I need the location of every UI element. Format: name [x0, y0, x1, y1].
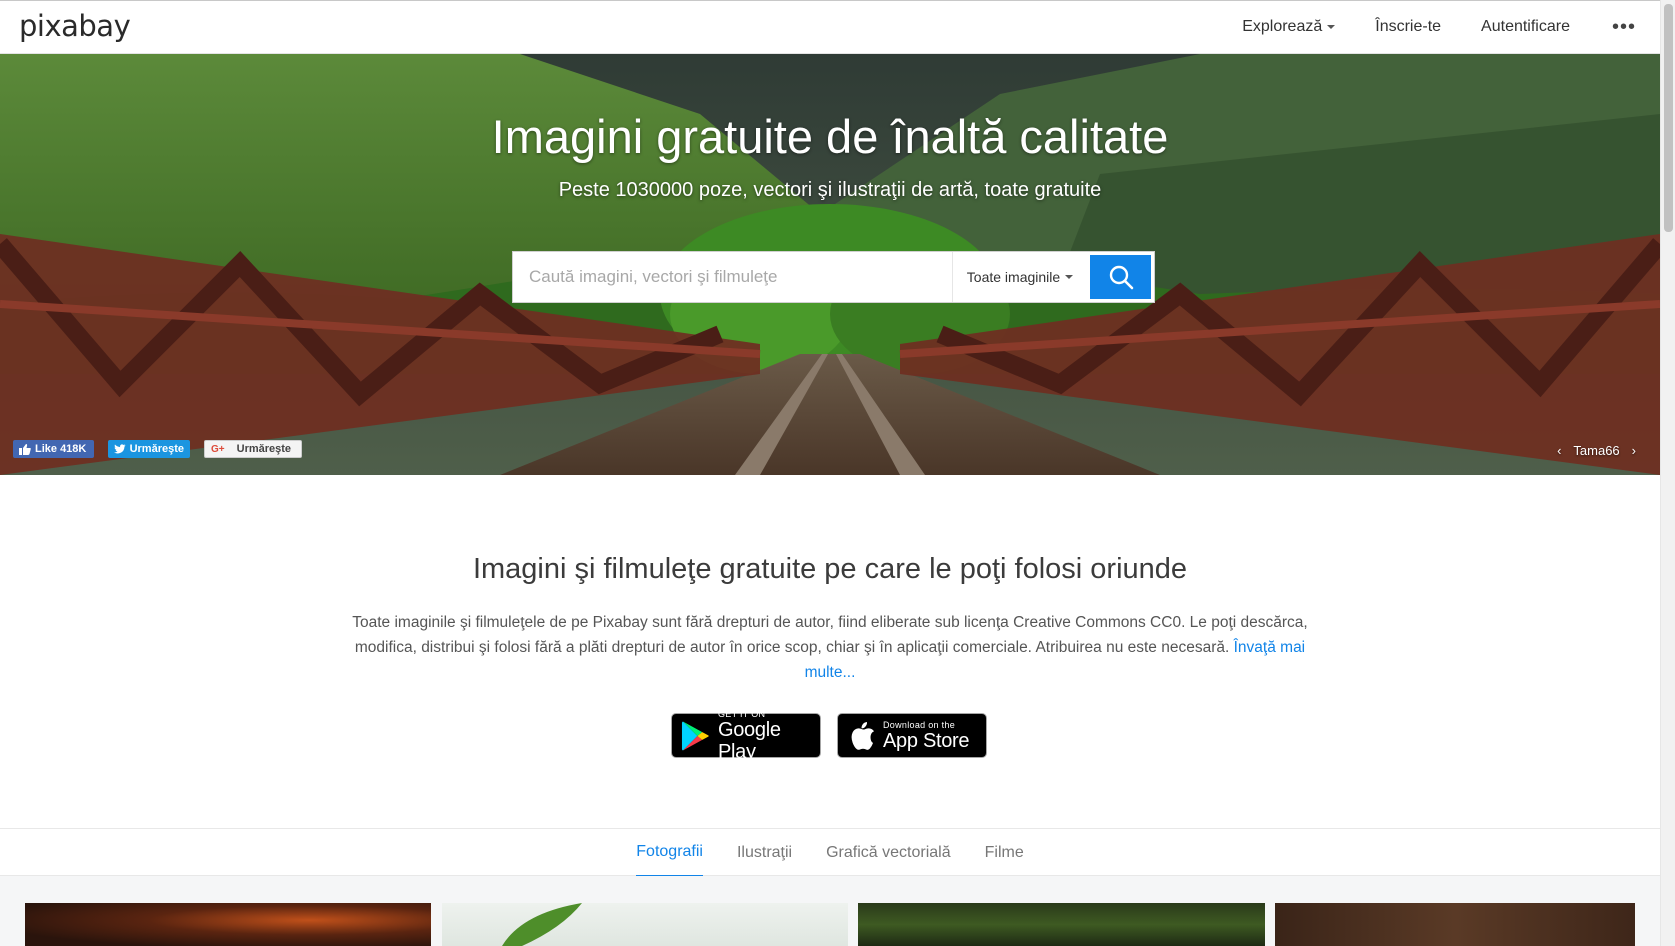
google-play-icon [681, 721, 709, 750]
twitter-follow-button[interactable]: Urmăreşte [108, 440, 190, 458]
hero-title: Imagini gratuite de înaltă calitate [491, 110, 1169, 163]
image-author-link[interactable]: Tama66 [1573, 443, 1619, 458]
leaf-image [502, 903, 582, 946]
explore-menu[interactable]: Explorează [1242, 18, 1336, 36]
facebook-like-label: Like 418K [35, 443, 87, 455]
login-link[interactable]: Autentificare [1481, 18, 1570, 36]
search-input[interactable] [513, 252, 952, 302]
main-nav: Explorează Înscrie-te Autentificare ••• [1202, 1, 1636, 53]
image-credit: ‹ Tama66 › [1551, 443, 1642, 458]
search-icon [1109, 265, 1133, 290]
hero-subtitle: Peste 1030000 poze, vectori şi ilustraţi… [558, 179, 1102, 201]
intro-title: Imagini şi filmuleţe gratuite pe care le… [472, 553, 1188, 585]
apple-badge-big-text: App Store [883, 729, 970, 752]
top-navbar: pixabay Explorează Înscrie-te Autentific… [0, 0, 1660, 54]
tab-vectors[interactable]: Grafică vectorială [826, 829, 951, 877]
apple-icon [851, 721, 874, 750]
scrollbar-thumb[interactable] [1664, 4, 1673, 232]
tab-photos[interactable]: Fotografii [636, 829, 703, 877]
gallery-thumbnail[interactable] [1275, 903, 1635, 946]
google-badge-small-text: GET IT ON [717, 708, 766, 719]
google-play-badge[interactable]: GET IT ON Google Play [671, 709, 821, 763]
caret-down-icon [1065, 275, 1074, 279]
image-type-label: Toate imaginile [966, 269, 1061, 285]
page-scrollbar[interactable] [1660, 0, 1675, 946]
gallery-thumbnail[interactable] [858, 903, 1265, 946]
tab-illustrations[interactable]: Ilustraţii [737, 829, 792, 877]
media-type-tabs: Fotografii Ilustraţii Grafică vectorială… [0, 828, 1660, 877]
apple-badge-small-text: Download on the [883, 719, 956, 730]
intro-description: Toate imaginile şi filmuleţele de pe Pix… [352, 614, 1308, 656]
search-button[interactable] [1090, 255, 1151, 299]
tab-videos[interactable]: Filme [985, 829, 1024, 877]
pixabay-logo[interactable]: pixabay [19, 9, 131, 43]
googleplus-follow-label: Urmăreşte [236, 443, 292, 455]
explore-label: Explorează [1242, 18, 1323, 35]
twitter-bird-icon [114, 444, 126, 454]
signup-link[interactable]: Înscrie-te [1375, 18, 1441, 36]
intro-text: Toate imaginile şi filmuleţele de pe Pix… [330, 610, 1330, 685]
google-plus-icon: G+ [211, 443, 225, 455]
prev-image-button[interactable]: ‹ [1557, 443, 1561, 458]
hero-banner: Imagini gratuite de înaltă calitate Pest… [0, 54, 1660, 475]
twitter-follow-label: Urmăreşte [129, 443, 184, 455]
next-image-button[interactable]: › [1632, 443, 1636, 458]
image-type-select[interactable]: Toate imaginile [952, 252, 1087, 302]
app-store-badge[interactable]: Download on the App Store [837, 713, 987, 758]
gallery-thumbnail[interactable] [25, 903, 431, 946]
more-dots-icon[interactable]: ••• [1612, 16, 1636, 39]
googleplus-follow-button[interactable]: G+ Urmăreşte [204, 440, 302, 458]
gallery-thumbnail[interactable] [442, 903, 848, 946]
search-bar: Toate imaginile [512, 251, 1155, 303]
facebook-like-button[interactable]: Like 418K [13, 440, 94, 458]
tab-list: Fotografii Ilustraţii Grafică vectorială… [0, 829, 1660, 877]
caret-down-icon [1327, 25, 1336, 29]
thumbs-up-icon [19, 443, 31, 455]
google-badge-big-text: Google Play [717, 718, 781, 763]
